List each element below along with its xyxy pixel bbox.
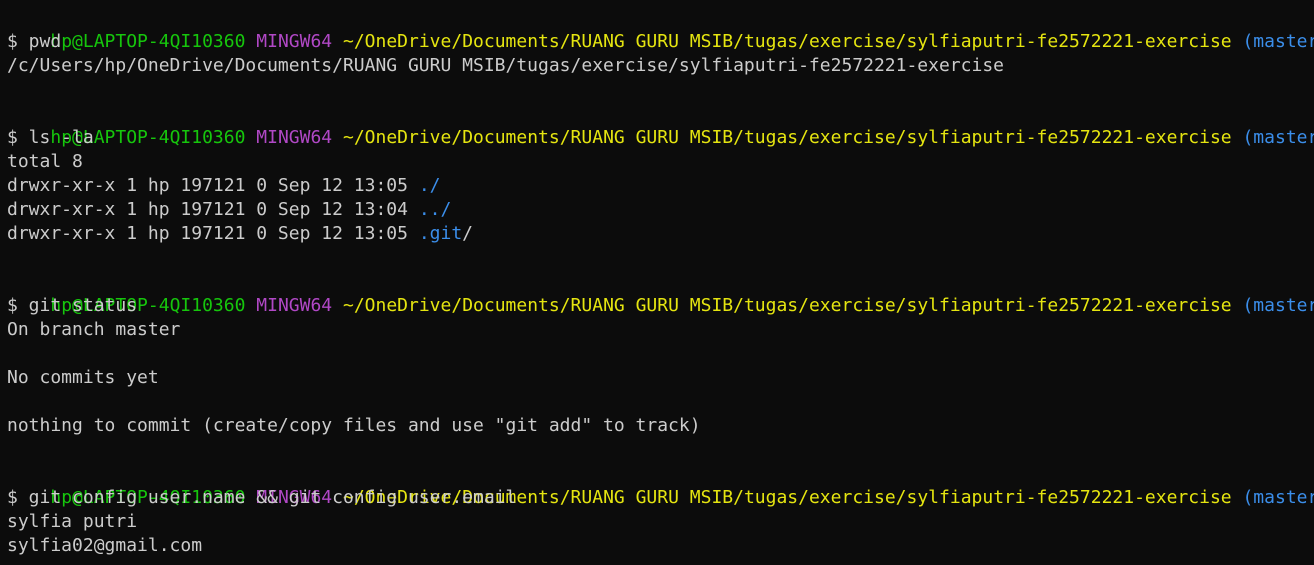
prompt-system: MINGW64 — [256, 31, 333, 52]
listing-row: drwxr-xr-x 1 hp 197121 0 Sep 12 13:05 ./ — [7, 174, 1314, 198]
prompt-branch: (master) — [1242, 295, 1314, 316]
listing-row: drwxr-xr-x 1 hp 197121 0 Sep 12 13:05 .g… — [7, 222, 1314, 246]
listing-suffix: / — [462, 223, 474, 244]
prompt-line: hp@LAPTOP-4QI10360 MINGW64 ~/OneDrive/Do… — [7, 102, 1314, 148]
listing-meta: drwxr-xr-x 1 hp 197121 0 Sep 12 13:04 — [7, 199, 419, 220]
prompt-line: hp@LAPTOP-4QI10360 MINGW64 ~/OneDrive/Do… — [7, 6, 1314, 52]
output-line: On branch master — [7, 319, 181, 340]
prompt-line: hp@LAPTOP-4QI10360 MINGW64 ~/OneDrive/Do… — [7, 462, 1314, 508]
prompt-path: ~/OneDrive/Documents/RUANG GURU MSIB/tug… — [342, 127, 1232, 148]
prompt-system: MINGW64 — [256, 295, 333, 316]
prompt-line: hp@LAPTOP-4QI10360 MINGW64 ~/OneDrive/Do… — [7, 270, 1314, 316]
output-line: No commits yet — [7, 367, 159, 388]
output-line: /c/Users/hp/OneDrive/Documents/RUANG GUR… — [7, 55, 1004, 76]
listing-row: drwxr-xr-x 1 hp 197121 0 Sep 12 13:04 ..… — [7, 198, 1314, 222]
prompt-path: ~/OneDrive/Documents/RUANG GURU MSIB/tug… — [342, 31, 1232, 52]
listing-dir-name: ./ — [418, 175, 441, 196]
output-line: sylfia02@gmail.com — [7, 535, 203, 556]
terminal-window[interactable]: hp@LAPTOP-4QI10360 MINGW64 ~/OneDrive/Do… — [0, 0, 1314, 565]
listing-dir-name: ../ — [418, 199, 452, 220]
prompt-system: MINGW64 — [256, 127, 333, 148]
listing-meta: drwxr-xr-x 1 hp 197121 0 Sep 12 13:05 — [7, 223, 419, 244]
prompt-branch: (master) — [1242, 127, 1314, 148]
prompt-branch: (master) — [1242, 487, 1314, 508]
listing-dir-name: .git — [418, 223, 463, 244]
prompt-branch: (master) — [1242, 31, 1314, 52]
prompt-user-host: hp@LAPTOP-4QI10360 — [50, 31, 246, 52]
prompt-path: ~/OneDrive/Documents/RUANG GURU MSIB/tug… — [342, 295, 1232, 316]
output-line: total 8 — [7, 151, 83, 172]
listing-meta: drwxr-xr-x 1 hp 197121 0 Sep 12 13:05 — [7, 175, 419, 196]
output-line: nothing to commit (create/copy files and… — [7, 415, 701, 436]
output-line: sylfia putri — [7, 511, 138, 532]
